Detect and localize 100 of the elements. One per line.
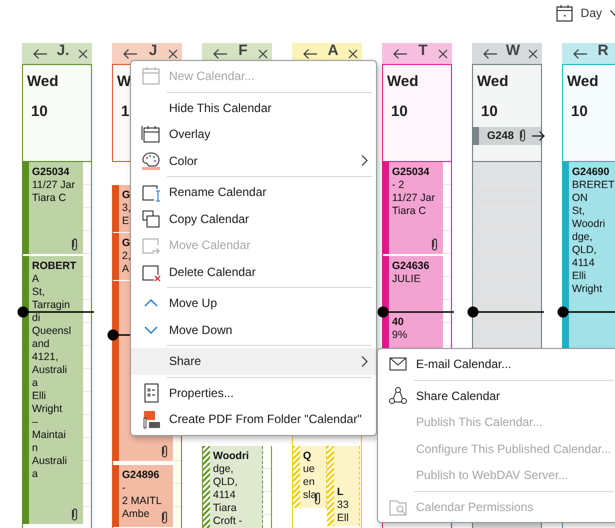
calendar-name: J. xyxy=(56,43,70,58)
arrow-left-icon[interactable] xyxy=(302,48,318,60)
close-icon[interactable] xyxy=(168,48,178,58)
menu-item[interactable]: Move Up xyxy=(131,290,376,316)
appointment-text: 4121, xyxy=(32,351,58,364)
appointment-text: di xyxy=(32,312,40,325)
close-icon[interactable] xyxy=(438,48,448,58)
appointment-text: 4114 xyxy=(572,257,595,270)
appointment-text: Ell xyxy=(337,512,349,525)
appointment-text: G25034 xyxy=(392,166,430,179)
appointment-text: dge, xyxy=(213,463,234,476)
arrow-left-icon[interactable] xyxy=(122,48,138,60)
appointment[interactable]: G24636 JULIE xyxy=(383,256,443,311)
calendar-tab[interactable]: T xyxy=(382,43,452,64)
arrow-left-icon[interactable] xyxy=(572,48,588,60)
appointment-text: ON xyxy=(572,192,588,205)
appointment-text: a xyxy=(32,468,38,481)
menu-item[interactable]: Copy Calendar xyxy=(131,206,376,232)
appointment-text: St, xyxy=(32,286,45,299)
calendar-name: A xyxy=(328,43,338,58)
calendar-tab[interactable]: R xyxy=(562,43,615,64)
close-icon[interactable] xyxy=(528,48,538,58)
weekday-label: W xyxy=(116,73,132,91)
copy-icon xyxy=(141,208,161,229)
close-icon[interactable] xyxy=(258,48,268,58)
appointment-text: QLD, xyxy=(572,244,597,257)
weekday-label: Wed xyxy=(476,73,508,91)
arrow-right-icon xyxy=(530,130,545,142)
menu-item[interactable]: E-mail Calendar... xyxy=(378,351,615,378)
appointment-text: Tiara C xyxy=(392,205,426,218)
appointment[interactable]: Woodri dge, QLD, 4114 Tiara Croft - xyxy=(203,446,263,528)
appointment-text: Elli xyxy=(32,390,46,403)
menu-item[interactable]: Share Calendar xyxy=(378,382,615,409)
calendar-name: W xyxy=(506,43,520,58)
appointment-text: 11/27 Jar xyxy=(32,179,75,192)
calendar-name: J xyxy=(148,43,158,58)
day-number: 10 xyxy=(570,103,588,121)
current-time-line xyxy=(557,306,615,318)
current-time-line xyxy=(107,329,131,341)
appointment-text: 9% xyxy=(392,329,408,342)
appointment-text: G xyxy=(122,237,130,250)
menu-item[interactable]: Move Down xyxy=(131,316,376,343)
calendar-icon xyxy=(141,66,161,86)
appointment-text: JULIE xyxy=(392,273,421,286)
appointment[interactable]: ROBERT A St, Tarragin di Queensl and 4121, Australi a Elli Wright – Maintai n Australi a xyxy=(23,256,83,524)
view-selector-button[interactable]: Day xyxy=(556,0,615,22)
day-number: 10 xyxy=(30,103,48,121)
appointment-text: 33 xyxy=(337,499,349,512)
appointment-text: G24896 xyxy=(122,469,160,482)
day-number: 1 xyxy=(120,103,130,121)
menu-item[interactable]: Color xyxy=(131,148,376,174)
appointment-text: St, xyxy=(572,205,585,218)
appointment-text: Woodri xyxy=(572,218,606,231)
appointment-text: a xyxy=(32,377,38,390)
appointment-text: QLD, xyxy=(213,476,238,489)
day-number: 10 xyxy=(390,103,408,121)
menu-item[interactable]: Delete Calendar xyxy=(131,258,376,285)
calendar-tab[interactable]: J. xyxy=(22,43,92,64)
day-number: 10 xyxy=(480,103,498,121)
appointment-text: ROBERT xyxy=(32,260,76,273)
menu-item[interactable]: Rename Calendar xyxy=(131,179,376,206)
appointment-text: A xyxy=(32,273,40,286)
appointment[interactable]: L 33 Ell xyxy=(327,446,360,526)
appointment[interactable]: G24896 - 2 MAITL Ambe xyxy=(113,465,173,527)
appointment-text: 3, xyxy=(122,202,131,215)
menu-item[interactable]: Create PDF From Folder "Calendar" xyxy=(131,406,376,432)
appointment-text: L xyxy=(337,486,344,499)
menu-item[interactable]: Overlay xyxy=(131,121,376,148)
pdf-icon xyxy=(141,409,161,430)
appointment[interactable]: G25034 11/27 Jar Tiara C xyxy=(23,162,83,254)
close-icon[interactable] xyxy=(348,48,358,58)
appointment-text: Q xyxy=(303,450,312,463)
appointment[interactable]: G25034 - 2 11/27 Jar Tiara C xyxy=(383,162,443,254)
arrow-left-icon[interactable] xyxy=(212,48,228,60)
appointment-text: ue xyxy=(303,463,315,476)
appointment[interactable]: 40 9% xyxy=(383,312,443,348)
appointment-text: G24690 xyxy=(572,166,610,179)
arrow-left-icon[interactable] xyxy=(392,48,408,60)
menu-item[interactable]: Hide This Calendar xyxy=(131,94,376,121)
appointment-text: G24636 xyxy=(392,260,430,273)
appointment-text: G xyxy=(122,189,130,202)
appointment-text: 40 xyxy=(392,316,404,329)
appointment-text: E xyxy=(122,215,130,228)
calendar-name: F xyxy=(238,43,248,58)
appointment-text: dge, xyxy=(572,231,592,244)
appointment-text: - xyxy=(122,482,126,495)
appointment-text: Queensl xyxy=(32,325,72,338)
arrow-left-icon[interactable] xyxy=(482,48,498,60)
appointment-text: G25034 xyxy=(32,166,70,179)
calendar-name: T xyxy=(418,43,428,58)
share-icon xyxy=(388,386,408,406)
appointment-text: Maintai xyxy=(32,429,66,442)
menu-item[interactable]: Share xyxy=(131,348,376,374)
calendar-tab[interactable]: W xyxy=(472,43,542,64)
appointment-text: 4114 xyxy=(213,489,236,502)
close-icon[interactable] xyxy=(78,48,88,58)
menu-item[interactable]: Properties... xyxy=(131,380,376,406)
appointment-text: en xyxy=(303,476,315,489)
arrow-left-icon[interactable] xyxy=(32,48,48,60)
calendar-icon xyxy=(556,4,573,22)
